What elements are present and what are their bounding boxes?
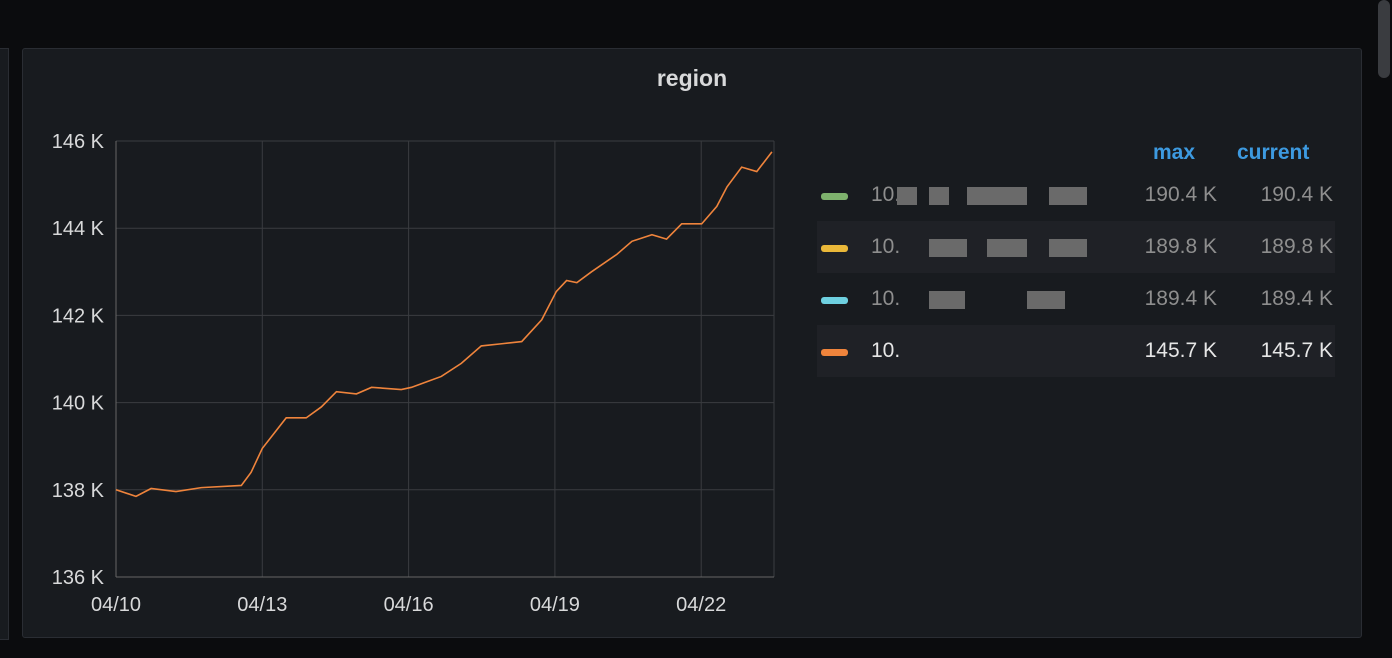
legend-current-value: 145.7 K — [1260, 339, 1333, 362]
y-tick-label: 136 K — [52, 567, 105, 589]
adjacent-panel-edge — [0, 48, 9, 640]
redacted-text — [1049, 187, 1087, 205]
series-color-swatch[interactable] — [821, 193, 848, 200]
legend-current-value: 190.4 K — [1260, 183, 1333, 206]
legend-current-value: 189.8 K — [1260, 235, 1333, 258]
redacted-text — [967, 187, 1027, 205]
legend-max-value: 189.8 K — [1144, 235, 1217, 258]
series-color-swatch[interactable] — [821, 297, 848, 304]
y-tick-label: 146 K — [52, 131, 105, 153]
legend-item[interactable]: 10. 145.7 K 145.7 K — [817, 325, 1335, 377]
legend-current-value: 189.4 K — [1260, 287, 1333, 310]
legend-max-value: 145.7 K — [1144, 339, 1217, 362]
redacted-text — [929, 291, 965, 309]
legend-series-name[interactable]: 10. — [871, 235, 900, 259]
legend-series-name[interactable]: 10. — [871, 183, 900, 207]
series-color-swatch[interactable] — [821, 349, 848, 356]
legend-header-max[interactable]: max — [1153, 141, 1195, 165]
graph-panel: region 136 K 138 K 140 K 142 K 144 K 146 K 04/… — [22, 48, 1362, 638]
y-tick-label: 142 K — [52, 305, 105, 327]
redacted-text — [987, 239, 1027, 257]
line-chart: 136 K 138 K 140 K 142 K 144 K 146 K 04/10 04/13… — [52, 131, 775, 616]
redacted-text — [1027, 291, 1065, 309]
redacted-text — [1049, 239, 1087, 257]
legend-item[interactable]: 10. 189.4 K 189.4 K — [817, 273, 1335, 325]
series-color-swatch[interactable] — [821, 245, 848, 252]
legend-item[interactable]: 10. 189.8 K 189.8 K — [817, 221, 1335, 273]
legend-item[interactable]: 10. 190.4 K 190.4 K — [817, 169, 1335, 221]
redacted-text — [929, 187, 949, 205]
x-tick-label: 04/16 — [384, 594, 434, 616]
y-tick-label: 140 K — [52, 393, 105, 415]
legend-header-current[interactable]: current — [1237, 141, 1309, 165]
legend-series-name[interactable]: 10. — [871, 287, 900, 311]
x-tick-label: 04/10 — [91, 594, 141, 616]
legend-max-value: 190.4 K — [1144, 183, 1217, 206]
series-line — [115, 151, 773, 498]
legend: max current 10. 190.4 K 190.4 K 10. 189.… — [817, 139, 1335, 377]
y-tick-label: 144 K — [52, 218, 105, 240]
x-tick-label: 04/22 — [676, 594, 726, 616]
legend-series-name[interactable]: 10. — [871, 339, 900, 363]
legend-max-value: 189.4 K — [1144, 287, 1217, 310]
x-tick-label: 04/13 — [237, 594, 287, 616]
redacted-text — [929, 239, 967, 257]
x-tick-label: 04/19 — [530, 594, 580, 616]
scrollbar[interactable] — [1378, 0, 1390, 78]
y-tick-label: 138 K — [52, 480, 105, 502]
redacted-text — [897, 187, 917, 205]
